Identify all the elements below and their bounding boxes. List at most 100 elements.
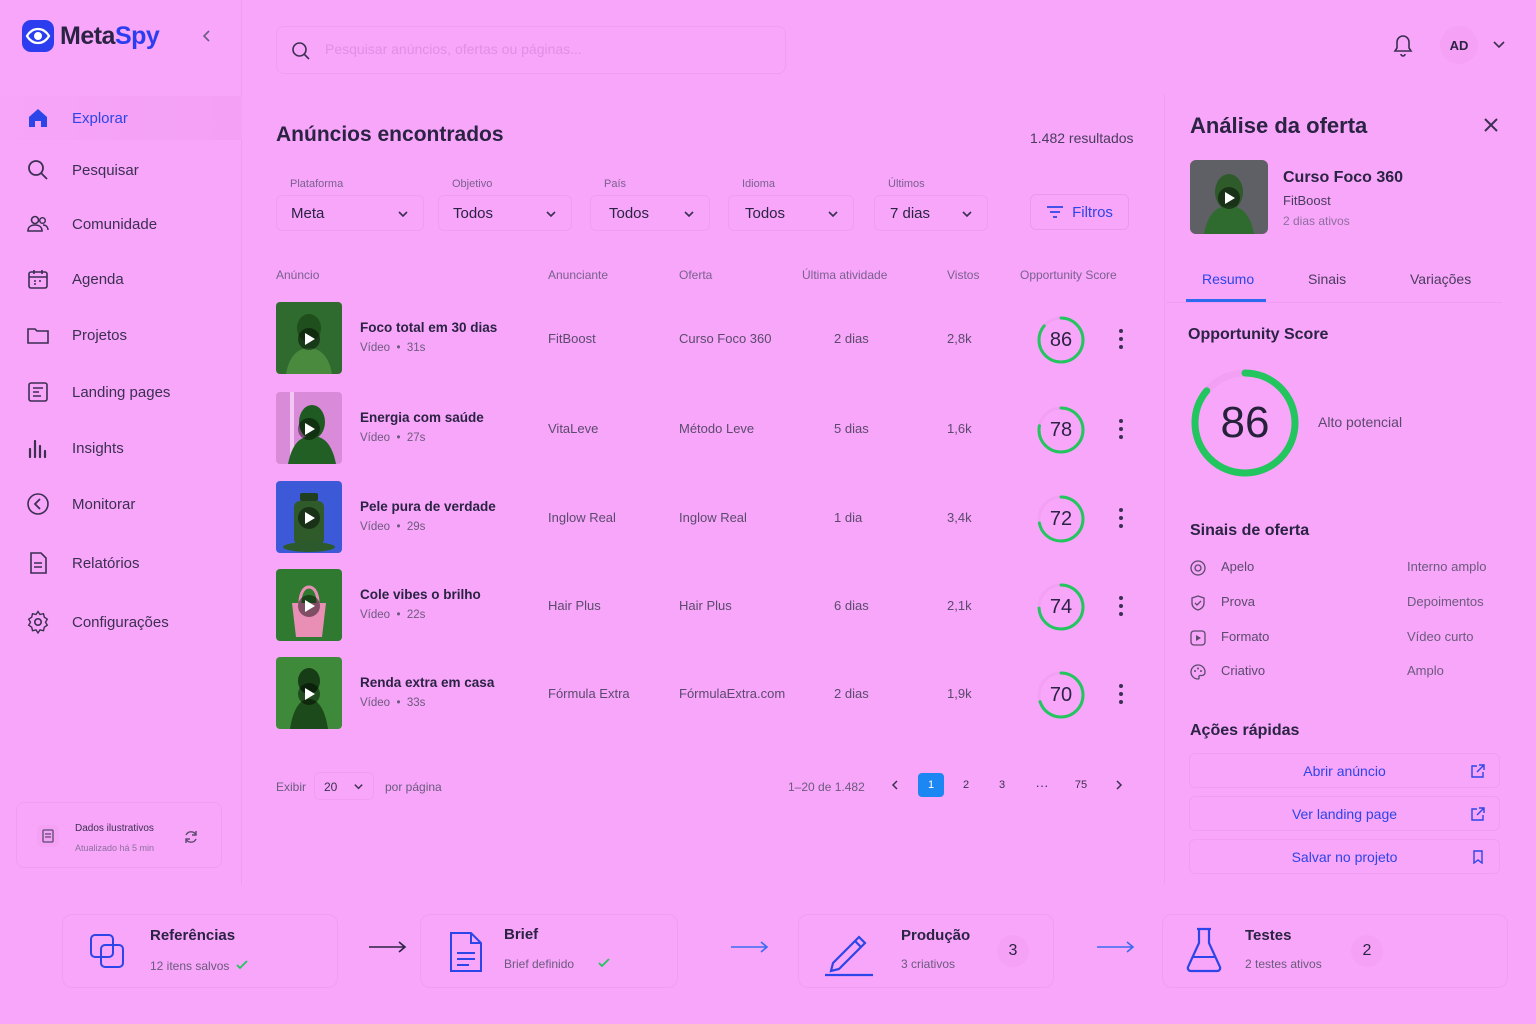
offer-thumbnail[interactable] xyxy=(1190,160,1268,234)
ad-type: Vídeo xyxy=(360,697,391,709)
results-count: 1.482 resultados xyxy=(1030,130,1134,146)
sidebar-item-pesquisar[interactable]: Pesquisar xyxy=(0,148,242,192)
score-value: 86 xyxy=(1049,328,1073,351)
prev-page-button[interactable] xyxy=(882,773,908,797)
more-options-button[interactable] xyxy=(1118,418,1124,440)
ad-advertiser[interactable]: Hair Plus xyxy=(548,598,601,613)
calendar-icon xyxy=(26,267,50,291)
score-value: 78 xyxy=(1049,418,1073,441)
column-header-opportunity-score[interactable]: Opportunity Score xyxy=(1020,268,1117,282)
column-header-ultima-atividade[interactable]: Última atividade xyxy=(802,268,887,282)
check-icon xyxy=(235,958,249,972)
sidebar-item-relatorios[interactable]: Relatórios xyxy=(0,541,242,585)
workflow-testes[interactable]: Testes 2 testes ativos 2 xyxy=(1162,914,1508,988)
close-icon xyxy=(1484,118,1498,132)
score-section-title: Opportunity Score xyxy=(1188,326,1329,343)
search-input[interactable] xyxy=(325,41,765,57)
ad-advertiser[interactable]: Inglow Real xyxy=(548,510,616,525)
more-options-button[interactable] xyxy=(1118,328,1124,350)
chevron-down-icon[interactable] xyxy=(1492,38,1506,52)
filter-select[interactable]: 7 dias xyxy=(874,195,988,231)
ad-offer[interactable]: Método Leve xyxy=(679,421,754,436)
ad-offer[interactable]: FórmulaExtra.com xyxy=(679,686,785,701)
ad-thumbnail[interactable] xyxy=(276,302,342,374)
sidebar-item-insights[interactable]: Insights xyxy=(0,426,242,470)
ad-offer[interactable]: Hair Plus xyxy=(679,598,732,613)
search-bar[interactable] xyxy=(276,26,786,74)
ad-advertiser[interactable]: Fórmula Extra xyxy=(548,686,630,701)
page-button-last[interactable]: 75 xyxy=(1068,773,1094,797)
chevron-down-icon xyxy=(545,208,557,220)
arrow-circle-icon xyxy=(26,492,50,516)
refresh-icon[interactable] xyxy=(183,829,199,845)
workflow-producao[interactable]: Produção 3 criativos 3 xyxy=(798,914,1054,988)
filter-ultimos[interactable]: Últimos 7 dias xyxy=(874,178,988,231)
ad-thumbnail[interactable] xyxy=(276,657,342,729)
palette-icon xyxy=(1190,664,1206,680)
next-page-button[interactable] xyxy=(1106,773,1132,797)
page-button-1[interactable]: 1 xyxy=(918,773,944,797)
per-page-select[interactable]: 20 xyxy=(314,772,374,800)
more-options-button[interactable] xyxy=(1118,683,1124,705)
page-button-2[interactable]: 2 xyxy=(953,773,979,797)
ad-advertiser[interactable]: FitBoost xyxy=(548,331,596,346)
bar-chart-icon xyxy=(26,436,50,460)
count-badge: 2 xyxy=(1351,935,1383,967)
workflow-referencias[interactable]: Referências 12 itens salvos xyxy=(62,914,338,988)
column-header-anunciante[interactable]: Anunciante xyxy=(548,268,608,282)
filter-pais[interactable]: País Todos xyxy=(590,178,710,231)
ad-thumbnail[interactable] xyxy=(276,569,342,641)
ad-offer[interactable]: Curso Foco 360 xyxy=(679,331,772,346)
view-landing-page-button[interactable]: Ver landing page xyxy=(1189,796,1500,831)
more-options-button[interactable] xyxy=(1118,507,1124,529)
per-page-label: Exibir xyxy=(276,780,307,794)
sidebar-item-monitorar[interactable]: Monitorar xyxy=(0,482,242,526)
more-options-button[interactable] xyxy=(1118,595,1124,617)
ad-meta: Vídeo • 31s xyxy=(360,342,426,354)
table-row[interactable]: Pele pura de verdade Vídeo • 29s Inglow Re… xyxy=(262,475,1146,563)
filter-select[interactable]: Todos xyxy=(728,195,854,231)
ad-thumbnail[interactable] xyxy=(276,392,342,464)
ad-last-activity: 2 dias xyxy=(834,686,869,701)
sidebar-item-explorar[interactable]: Explorar xyxy=(0,96,242,140)
filter-objetivo[interactable]: Objetivo Todos xyxy=(438,178,572,231)
tab-variacoes[interactable]: Variações xyxy=(1410,271,1471,287)
table-row[interactable]: Renda extra em casa Vídeo • 33s Fórmula Ex… xyxy=(262,651,1146,739)
sidebar-item-configuracoes[interactable]: Configurações xyxy=(0,600,242,644)
sidebar-item-landing-pages[interactable]: Landing pages xyxy=(0,370,242,414)
ad-offer[interactable]: Inglow Real xyxy=(679,510,747,525)
column-header-anuncio[interactable]: Anúncio xyxy=(276,268,319,282)
ad-title: Cole vibes o brilho xyxy=(360,587,481,602)
filter-plataforma[interactable]: Plataforma Meta xyxy=(276,178,424,231)
offer-active-days: 2 dias ativos xyxy=(1283,214,1350,228)
workflow-brief[interactable]: Brief Brief definido xyxy=(420,914,678,988)
notifications-button[interactable] xyxy=(1391,32,1415,58)
filter-select[interactable]: Todos xyxy=(590,195,710,231)
collapse-sidebar-button[interactable] xyxy=(200,28,214,44)
sidebar-item-projetos[interactable]: Projetos xyxy=(0,313,242,357)
tab-resumo[interactable]: Resumo xyxy=(1202,271,1254,287)
filter-select[interactable]: Todos xyxy=(438,195,572,231)
app-logo[interactable]: MetaSpy xyxy=(22,20,160,52)
table-row[interactable]: Energia com saúde Vídeo • 27s VitaLeve Méto… xyxy=(262,386,1146,474)
tab-sinais[interactable]: Sinais xyxy=(1308,271,1346,287)
close-panel-button[interactable] xyxy=(1482,116,1500,134)
ad-advertiser[interactable]: VitaLeve xyxy=(548,421,598,436)
chevron-down-icon xyxy=(353,781,364,792)
video-thumbnail-image xyxy=(276,302,342,374)
avatar[interactable]: AD xyxy=(1440,26,1478,64)
page-button-3[interactable]: 3 xyxy=(989,773,1015,797)
open-ad-button[interactable]: Abrir anúncio xyxy=(1189,753,1500,788)
column-header-oferta[interactable]: Oferta xyxy=(679,268,712,282)
filter-idioma[interactable]: Idioma Todos xyxy=(728,178,854,231)
sidebar-item-comunidade[interactable]: Comunidade xyxy=(0,202,242,246)
signal-formato: Formato Vídeo curto xyxy=(1190,628,1490,648)
table-row[interactable]: Cole vibes o brilho Vídeo • 22s Hair Plus H… xyxy=(262,563,1146,651)
column-header-vistos[interactable]: Vistos xyxy=(947,268,979,282)
table-row[interactable]: Foco total em 30 dias Vídeo • 31s FitBoost… xyxy=(262,296,1146,384)
filters-button[interactable]: Filtros xyxy=(1030,194,1129,230)
save-to-project-button[interactable]: Salvar no projeto xyxy=(1189,839,1500,874)
filter-select[interactable]: Meta xyxy=(276,195,424,231)
ad-thumbnail[interactable] xyxy=(276,481,342,553)
sidebar-item-agenda[interactable]: Agenda xyxy=(0,257,242,301)
